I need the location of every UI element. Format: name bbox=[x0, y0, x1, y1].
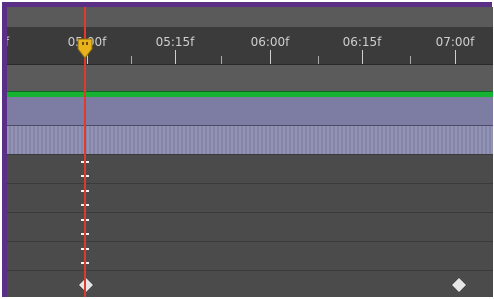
property-rows bbox=[7, 155, 493, 297]
tick-minor bbox=[318, 56, 319, 64]
tick-label-06-15f: 06:15f bbox=[342, 35, 382, 49]
tick-major bbox=[270, 50, 271, 64]
diamond-keyframe-icon[interactable] bbox=[450, 276, 468, 294]
tick-major bbox=[362, 50, 363, 64]
timeline-panel: f 05:00f 05:15f 06:00f 06:15f 07:00f bbox=[7, 7, 493, 297]
layer-bar-1[interactable] bbox=[7, 97, 493, 126]
tick-minor bbox=[221, 56, 222, 64]
tick-label-05-15f: 05:15f bbox=[155, 35, 195, 49]
pin-shaped-marker-icon[interactable] bbox=[76, 37, 94, 59]
tick-major bbox=[455, 50, 456, 64]
tick-minor bbox=[131, 56, 132, 64]
property-row bbox=[7, 242, 493, 271]
tick-major bbox=[175, 50, 176, 64]
work-area-bar[interactable] bbox=[7, 65, 493, 92]
property-row bbox=[7, 213, 493, 242]
layer-bar-2[interactable] bbox=[7, 126, 493, 155]
property-row bbox=[7, 184, 493, 213]
tick-label-07-00f: 07:00f bbox=[435, 35, 475, 49]
tick-label-06-00f: 06:00f bbox=[250, 35, 290, 49]
tick-label-partial: f bbox=[7, 35, 9, 49]
tick-minor bbox=[410, 56, 411, 64]
property-row bbox=[7, 155, 493, 184]
property-row bbox=[7, 271, 493, 297]
timeline-top-bar bbox=[7, 7, 493, 28]
diamond-keyframe-icon[interactable] bbox=[77, 276, 95, 294]
